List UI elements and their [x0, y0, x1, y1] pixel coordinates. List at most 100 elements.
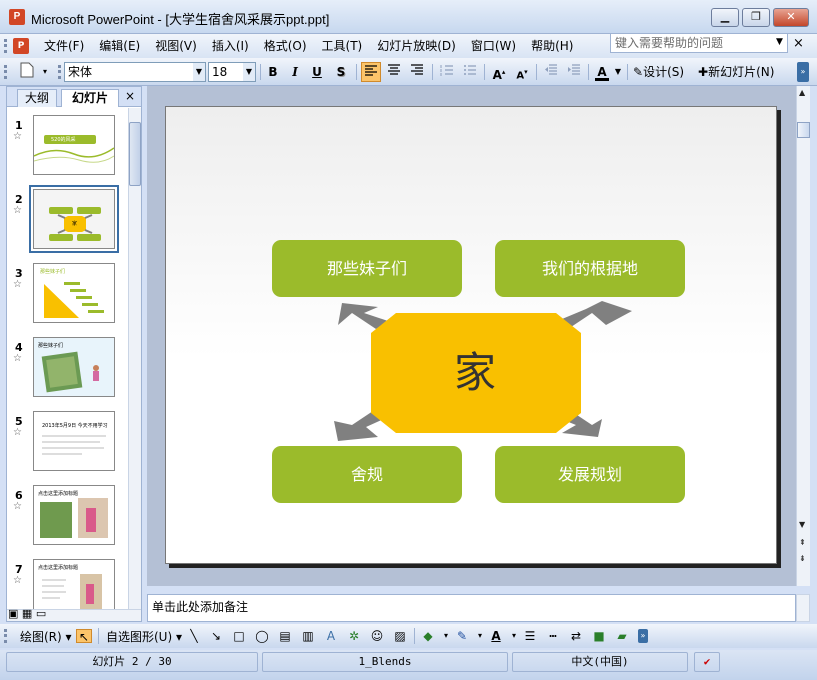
slide-thumbnail[interactable]: 2013年5月9日 今天不用学习: [33, 411, 115, 471]
drawing-toolbar-grip[interactable]: [4, 629, 7, 643]
close-panel-icon[interactable]: ×: [125, 89, 135, 103]
arrow-tool-icon[interactable]: ↘: [208, 629, 224, 643]
menu-grip-handle[interactable]: [4, 39, 7, 53]
help-search-input[interactable]: 键入需要帮助的问题: [610, 33, 788, 53]
scroll-up-arrow-icon[interactable]: ▲: [799, 88, 805, 97]
clip-art-icon[interactable]: ☺: [369, 629, 385, 643]
menu-tools[interactable]: 工具(T): [322, 37, 363, 55]
menu-edit[interactable]: 编辑(E): [99, 37, 140, 55]
menu-view[interactable]: 视图(V): [155, 37, 197, 55]
previous-slide-icon[interactable]: ⇞: [799, 538, 806, 547]
menu-window[interactable]: 窗口(W): [471, 37, 516, 55]
wordart-icon[interactable]: A: [323, 629, 339, 643]
oval-tool-icon[interactable]: ◯: [254, 629, 270, 643]
bold-button[interactable]: B: [264, 62, 282, 82]
slideshow-view-icon[interactable]: ▭: [36, 607, 46, 620]
line-color-icon[interactable]: ✎: [454, 629, 470, 643]
slides-panel-scroll-thumb[interactable]: [129, 122, 141, 186]
restore-button[interactable]: ❐: [742, 8, 770, 27]
shadow-style-icon[interactable]: ■: [591, 629, 607, 643]
rectangle-tool-icon[interactable]: □: [231, 629, 247, 643]
drawing-toolbar-overflow-icon[interactable]: »: [638, 629, 648, 643]
draw-menu-button[interactable]: 绘图(R) ▾: [20, 628, 72, 646]
line-style-icon[interactable]: ☰: [522, 629, 538, 643]
close-document-button[interactable]: ×: [793, 36, 804, 51]
fill-color-icon[interactable]: ◆: [420, 629, 436, 643]
numbered-list-icon[interactable]: [437, 62, 457, 82]
font-size-combo[interactable]: 18 ▼: [208, 62, 256, 82]
insert-picture-icon[interactable]: ▨: [392, 629, 408, 643]
toolbar-grip-handle[interactable]: [4, 65, 7, 79]
normal-view-icon[interactable]: ▣: [8, 607, 18, 620]
toolbar-options-icon[interactable]: ▾: [40, 62, 50, 82]
slide-thumbnail[interactable]: 家: [33, 189, 115, 249]
line-color-dropdown-icon[interactable]: ▾: [472, 629, 488, 643]
slide-sorter-view-icon[interactable]: ▦: [22, 607, 32, 620]
slide-thumbnail-row[interactable]: 5 ☆ 2013年5月9日 今天不用学习: [7, 411, 129, 477]
text-box-icon[interactable]: ▤: [277, 629, 293, 643]
increase-indent-icon[interactable]: [564, 62, 584, 82]
autoshapes-button[interactable]: 自选图形(U) ▾: [106, 628, 182, 646]
underline-button[interactable]: U: [308, 62, 326, 82]
font-color-draw-icon[interactable]: A: [488, 629, 504, 643]
spelling-check-icon[interactable]: ✔: [694, 652, 720, 672]
decrease-indent-icon[interactable]: [541, 62, 561, 82]
node-bottom-left[interactable]: 舍规: [272, 446, 462, 503]
align-right-icon[interactable]: [407, 62, 427, 82]
status-design-name[interactable]: 1_Blends: [262, 652, 508, 672]
notes-scrollbar[interactable]: [796, 594, 810, 622]
slide-thumbnail-row[interactable]: 3 ☆ 那些妹子们: [7, 263, 129, 329]
close-window-button[interactable]: ✕: [773, 8, 809, 27]
slide-thumbnail-row[interactable]: 2 ☆ 家: [7, 185, 129, 255]
slide-thumbnail-row[interactable]: 1 ☆ 520的风采: [7, 115, 129, 181]
3d-style-icon[interactable]: ▰: [614, 629, 630, 643]
slide-thumbnail[interactable]: 那些妹子们: [33, 263, 115, 323]
slide-thumbnail[interactable]: 520的风采: [33, 115, 115, 175]
design-button[interactable]: ✎设计(S): [633, 62, 693, 82]
increase-font-size-icon[interactable]: A▴: [489, 62, 509, 82]
select-objects-icon[interactable]: ↖: [76, 629, 92, 644]
toolbar-grip-handle-2[interactable]: [58, 65, 61, 79]
font-name-dropdown-icon[interactable]: ▼: [193, 63, 205, 81]
notes-pane[interactable]: 单击此处添加备注: [147, 594, 796, 622]
tab-outline[interactable]: 大纲: [17, 89, 57, 107]
help-dropdown-arrow-icon[interactable]: ▼: [776, 37, 783, 47]
node-top-left[interactable]: 那些妹子们: [272, 240, 462, 297]
current-slide[interactable]: 家 那些妹子们 我们的根据地 舍规 发展规划: [165, 106, 777, 564]
diagram-icon[interactable]: ✲: [346, 629, 362, 643]
font-color-icon[interactable]: A: [592, 62, 612, 82]
slide-vertical-scrollbar[interactable]: ▲ ▼ ⇞ ⇟: [796, 86, 810, 586]
font-size-dropdown-icon[interactable]: ▼: [243, 63, 255, 81]
minimize-button[interactable]: ▁: [711, 8, 739, 27]
align-center-icon[interactable]: [384, 62, 404, 82]
slide-thumbnail[interactable]: 点击这里添加标题: [33, 485, 115, 545]
dash-style-icon[interactable]: ┅: [545, 629, 561, 643]
slide-thumbnail-row[interactable]: 4 ☆ 那些妹子们: [7, 337, 129, 403]
node-top-right[interactable]: 我们的根据地: [495, 240, 685, 297]
new-document-icon[interactable]: [18, 62, 36, 82]
fill-color-dropdown-icon[interactable]: ▾: [438, 629, 454, 643]
slide-thumbnail[interactable]: 那些妹子们: [33, 337, 115, 397]
italic-button[interactable]: I: [286, 62, 304, 82]
font-color-dropdown-icon[interactable]: ▼: [613, 62, 623, 82]
slides-panel-scrollbar[interactable]: [128, 108, 141, 610]
document-icon[interactable]: P: [13, 38, 29, 54]
bullet-list-icon[interactable]: [460, 62, 480, 82]
line-tool-icon[interactable]: ╲: [186, 629, 202, 643]
menu-format[interactable]: 格式(O): [264, 37, 307, 55]
node-bottom-right[interactable]: 发展规划: [495, 446, 685, 503]
next-slide-icon[interactable]: ⇟: [799, 554, 806, 563]
slide-thumbnail-row[interactable]: 6 ☆ 点击这里添加标题: [7, 485, 129, 551]
menu-file[interactable]: 文件(F): [44, 37, 84, 55]
arrow-style-icon[interactable]: ⇄: [568, 629, 584, 643]
menu-help[interactable]: 帮助(H): [531, 37, 573, 55]
powerpoint-app-icon[interactable]: P: [9, 9, 25, 25]
menu-slideshow[interactable]: 幻灯片放映(D): [377, 37, 456, 55]
align-left-icon[interactable]: [361, 62, 381, 82]
font-name-combo[interactable]: 宋体 ▼: [64, 62, 206, 82]
slide-scroll-thumb[interactable]: [797, 122, 810, 138]
scroll-down-arrow-icon[interactable]: ▼: [799, 520, 805, 529]
shadow-button[interactable]: S: [332, 62, 350, 82]
new-slide-button[interactable]: ✚新幻灯片(N): [698, 62, 788, 82]
tab-slides[interactable]: 幻灯片: [61, 89, 119, 107]
